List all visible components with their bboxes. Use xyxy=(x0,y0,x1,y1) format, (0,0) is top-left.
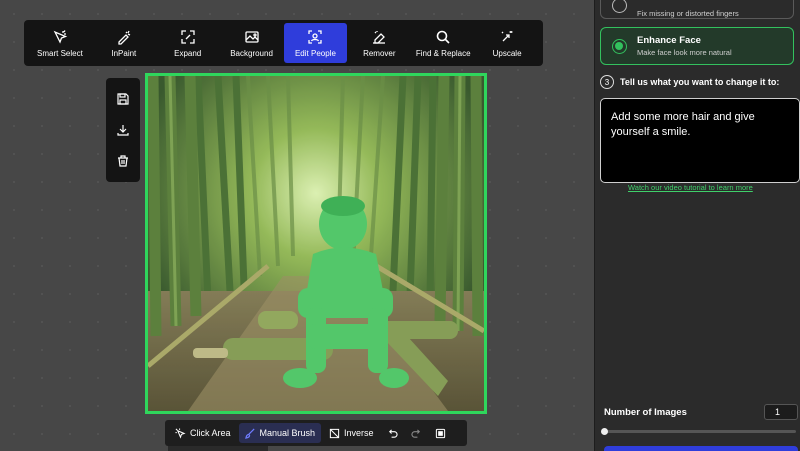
tool-label: Expand xyxy=(174,48,202,58)
tool-expand[interactable]: Expand xyxy=(156,23,220,63)
number-of-images-input[interactable] xyxy=(764,404,798,420)
tool-label: Smart Select xyxy=(37,48,83,58)
tool-background[interactable]: Background xyxy=(220,23,284,63)
upscale-icon xyxy=(501,30,513,41)
right-panel xyxy=(594,0,800,451)
tool-label: Edit People xyxy=(294,48,336,58)
manual-brush-button[interactable]: Manual Brush xyxy=(238,423,322,443)
step-number: 3 xyxy=(600,75,614,89)
redo-icon xyxy=(411,428,421,438)
inverse-label: Inverse xyxy=(344,428,374,438)
click-area-button[interactable]: Click Area xyxy=(169,423,237,443)
tool-label: Upscale xyxy=(492,48,522,58)
step-3-heading: 3 Tell us what you want to change it to: xyxy=(600,75,779,89)
mask-toolbar-tray xyxy=(168,446,268,451)
save-button[interactable] xyxy=(113,89,133,109)
expand-icon xyxy=(181,29,195,44)
inpaint-icon xyxy=(118,30,131,45)
tool-label: Remover xyxy=(363,48,396,58)
option-fix-hands[interactable]: Fix missing or distorted fingers xyxy=(600,0,794,19)
tool-find-replace[interactable]: Find & Replace xyxy=(411,23,475,63)
number-of-images-label: Number of Images xyxy=(604,407,687,418)
redo-button[interactable] xyxy=(406,423,428,443)
tool-inpaint[interactable]: InPaint xyxy=(92,23,156,63)
video-tutorial-link[interactable]: Watch our video tutorial to learn more xyxy=(628,183,753,192)
download-icon xyxy=(117,124,129,136)
brush-icon xyxy=(244,427,255,439)
undo-button[interactable] xyxy=(382,423,404,443)
save-icon xyxy=(117,93,129,105)
search-icon xyxy=(436,30,450,44)
smart-select-icon xyxy=(53,29,68,44)
click-area-icon xyxy=(175,427,186,439)
prompt-textarea[interactable]: Add some more hair and give yourself a s… xyxy=(600,98,800,183)
click-area-label: Click Area xyxy=(190,428,231,438)
option-enhance-face[interactable]: Enhance Face Make face look more natural xyxy=(600,27,794,65)
bamboo-forest-photo xyxy=(148,76,484,411)
tool-remover[interactable]: Remover xyxy=(347,23,411,63)
tool-label: Background xyxy=(230,48,273,58)
image-count-slider[interactable] xyxy=(604,430,796,433)
mask-toolbar: Click Area Manual Brush Inverse xyxy=(165,420,467,446)
edit-people-icon xyxy=(308,29,323,44)
reset-button[interactable] xyxy=(430,423,452,443)
inverse-button[interactable]: Inverse xyxy=(323,423,380,443)
inverse-icon xyxy=(329,428,340,438)
option-fix-hands-desc: Fix missing or distorted fingers xyxy=(637,9,739,18)
tool-smart-select[interactable]: Smart Select xyxy=(28,23,92,63)
tool-label: Find & Replace xyxy=(415,48,471,58)
manual-brush-label: Manual Brush xyxy=(259,428,316,438)
undo-icon xyxy=(389,428,398,438)
image-count-slider-thumb[interactable] xyxy=(601,428,608,435)
option-enhance-face-title: Enhance Face xyxy=(637,35,701,46)
edited-image[interactable] xyxy=(145,73,487,414)
delete-button[interactable] xyxy=(113,151,133,171)
side-toolbar xyxy=(106,78,140,182)
remover-icon xyxy=(373,30,386,44)
option-enhance-face-radio[interactable] xyxy=(612,39,627,54)
background-icon xyxy=(244,30,259,43)
tool-upscale[interactable]: Upscale xyxy=(475,23,539,63)
trash-icon xyxy=(118,155,128,167)
download-button[interactable] xyxy=(113,120,133,140)
generate-button[interactable] xyxy=(604,446,798,451)
tool-edit-people[interactable]: Edit People xyxy=(283,23,348,63)
reset-icon xyxy=(435,428,446,438)
tool-label: InPaint xyxy=(111,48,137,58)
top-toolbar: Smart Select InPaint Expand Background E… xyxy=(24,20,543,66)
option-enhance-face-desc: Make face look more natural xyxy=(637,48,732,57)
step-text: Tell us what you want to change it to: xyxy=(620,77,780,87)
option-fix-hands-radio[interactable] xyxy=(612,0,627,13)
